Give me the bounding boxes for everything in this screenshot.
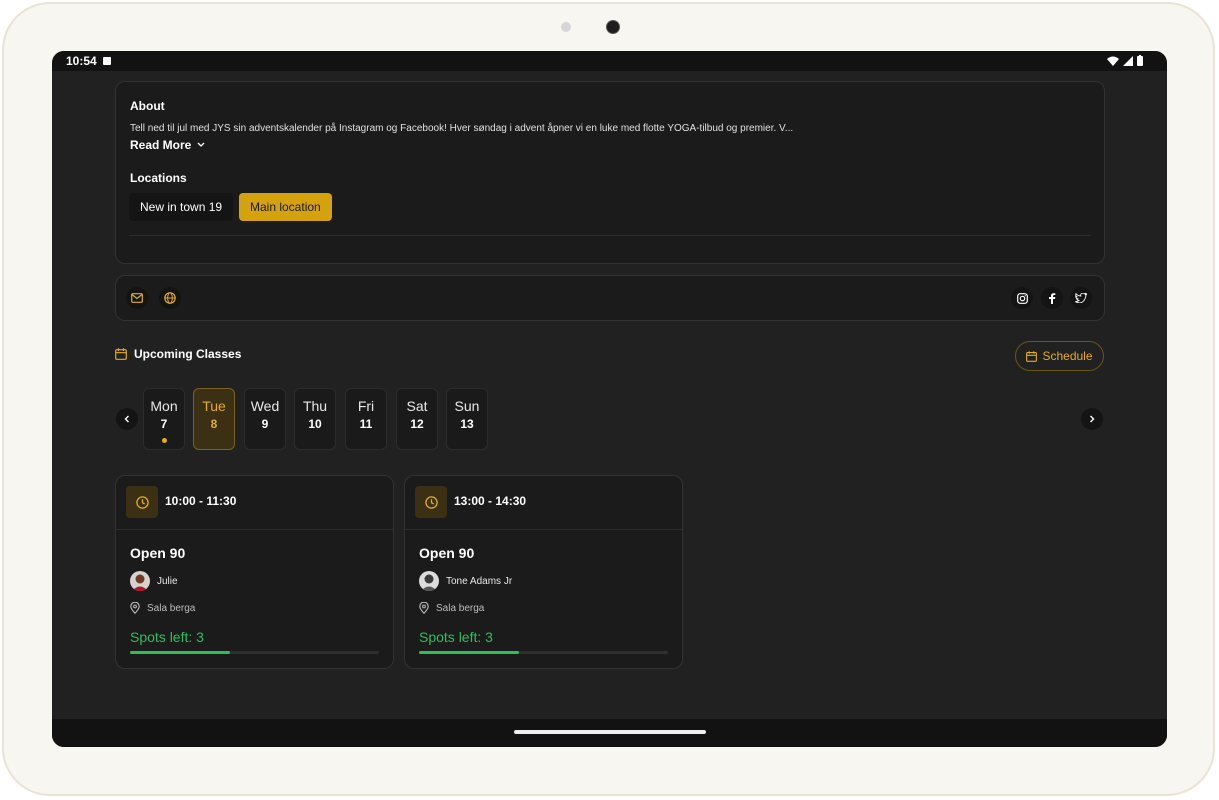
day-thu[interactable]: Thu 10: [294, 388, 336, 450]
location-name: Sala berga: [147, 602, 196, 614]
day-number: 9: [261, 417, 269, 431]
read-more-button[interactable]: Read More: [130, 138, 205, 152]
spots-progress-bar: [419, 651, 668, 654]
day-sat[interactable]: Sat 12: [396, 388, 438, 450]
facebook-icon: [1049, 292, 1056, 304]
website-button[interactable]: [159, 287, 181, 309]
class-time: 13:00 - 14:30: [454, 494, 527, 508]
clock-badge: [126, 486, 158, 518]
upcoming-classes-header: Upcoming Classes: [115, 347, 241, 361]
front-camera: [606, 20, 620, 34]
contact-card: [115, 275, 1105, 321]
schedule-button[interactable]: Schedule: [1015, 341, 1104, 371]
location-pin-icon: [419, 602, 429, 614]
day-number: 12: [410, 417, 424, 431]
day-sun[interactable]: Sun 13: [446, 388, 488, 450]
instructor-name: Tone Adams Jr: [446, 575, 513, 587]
day-wed[interactable]: Wed 9: [244, 388, 286, 450]
status-icons: [1107, 55, 1143, 66]
home-gesture-handle[interactable]: [514, 730, 706, 734]
location-name: Sala berga: [436, 602, 485, 614]
globe-icon: [164, 292, 176, 304]
upcoming-classes-title: Upcoming Classes: [134, 347, 242, 361]
day-number: 7: [160, 417, 168, 431]
class-card-header: 10:00 - 11:30: [116, 476, 393, 530]
schedule-label: Schedule: [1042, 349, 1093, 363]
wifi-icon: [1107, 56, 1119, 66]
day-name: Wed: [250, 398, 280, 414]
status-bar: 10:54: [52, 51, 1167, 71]
clock-icon: [135, 495, 149, 509]
instagram-icon: [1016, 292, 1028, 304]
location-chip-new-in-town[interactable]: New in town 19: [129, 193, 234, 221]
locations-heading: Locations: [130, 171, 187, 185]
about-text: Tell ned til jul med JYS sin adventskale…: [130, 123, 794, 134]
day-name: Thu: [302, 398, 328, 414]
class-card-header: 13:00 - 14:30: [405, 476, 682, 530]
class-card[interactable]: 10:00 - 11:30 Open 90 Julie Sala berga S…: [115, 475, 394, 669]
clock-icon: [424, 495, 438, 509]
spots-progress-fill: [419, 651, 519, 654]
spots-progress-bar: [130, 651, 379, 654]
about-heading: About: [130, 99, 165, 113]
chevron-left-icon: [124, 415, 129, 423]
class-title: Open 90: [419, 545, 475, 561]
day-name: Sat: [406, 398, 428, 414]
prev-week-button[interactable]: [116, 408, 138, 430]
twitter-button[interactable]: [1070, 287, 1092, 309]
day-name: Sun: [454, 398, 480, 414]
twitter-icon: [1075, 293, 1087, 303]
day-number: 8: [210, 417, 218, 431]
instructor: Tone Adams Jr: [419, 571, 512, 591]
day-number: 10: [308, 417, 322, 431]
has-classes-indicator: [162, 438, 167, 443]
class-location: Sala berga: [130, 602, 195, 614]
next-week-button[interactable]: [1081, 408, 1103, 430]
instructor: Julie: [130, 571, 178, 591]
location-chip-main[interactable]: Main location: [239, 193, 332, 221]
spots-left: Spots left: 3: [419, 629, 493, 645]
instagram-button[interactable]: [1011, 287, 1033, 309]
day-name: Fri: [357, 398, 375, 414]
class-title: Open 90: [130, 545, 186, 561]
day-number: 11: [359, 417, 373, 431]
avatar: [130, 571, 150, 591]
light-sensor: [561, 22, 571, 32]
calendar-icon: [1026, 350, 1038, 362]
email-button[interactable]: [126, 287, 148, 309]
chevron-down-icon: [197, 142, 205, 147]
notification-icon: [103, 57, 111, 65]
read-more-label: Read More: [130, 138, 192, 152]
day-name: Mon: [150, 398, 178, 414]
screen: 10:54 About Tell ned til jul med JYS sin…: [52, 51, 1167, 747]
day-tue[interactable]: Tue 8: [193, 388, 235, 450]
navigation-bar: [52, 719, 1167, 747]
avatar: [419, 571, 439, 591]
class-location: Sala berga: [419, 602, 484, 614]
about-card: About Tell ned til jul med JYS sin adven…: [115, 81, 1105, 264]
facebook-button[interactable]: [1041, 287, 1063, 309]
class-time: 10:00 - 11:30: [165, 494, 237, 508]
battery-icon: [1137, 55, 1143, 66]
location-pin-icon: [130, 602, 140, 614]
mail-icon: [131, 293, 143, 303]
clock-badge: [415, 486, 447, 518]
chevron-right-icon: [1090, 415, 1095, 423]
cell-signal-icon: [1123, 55, 1133, 66]
day-mon[interactable]: Mon 7: [143, 388, 185, 450]
day-number: 13: [460, 417, 474, 431]
calendar-icon: [115, 348, 127, 360]
day-name: Tue: [202, 398, 226, 414]
spots-progress-fill: [130, 651, 230, 654]
divider: [129, 235, 1091, 236]
instructor-name: Julie: [157, 575, 178, 587]
status-time: 10:54: [66, 54, 97, 68]
day-fri[interactable]: Fri 11: [345, 388, 387, 450]
spots-left: Spots left: 3: [130, 629, 204, 645]
class-card[interactable]: 13:00 - 14:30 Open 90 Tone Adams Jr Sala…: [404, 475, 683, 669]
